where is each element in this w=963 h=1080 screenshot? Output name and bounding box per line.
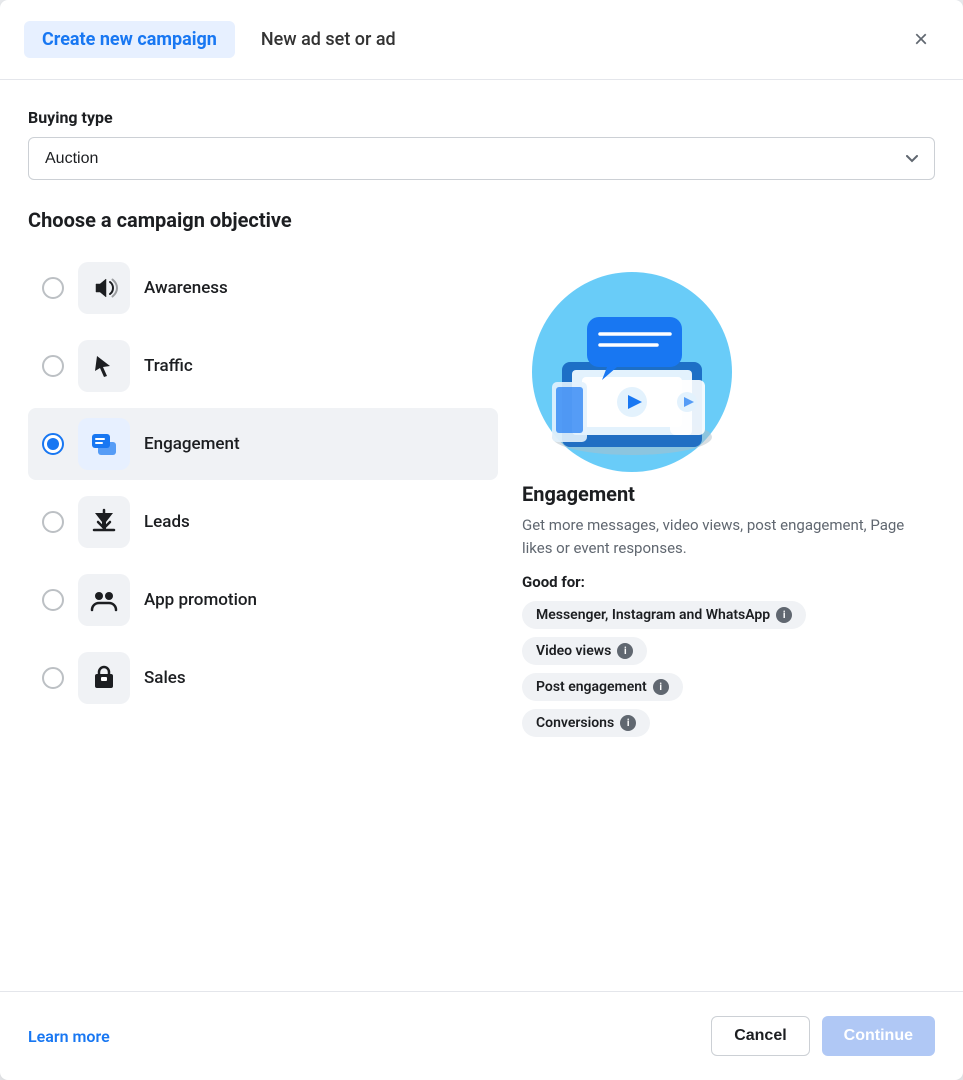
- close-button[interactable]: ×: [903, 22, 939, 58]
- awareness-icon-wrap: [78, 262, 130, 314]
- tag-conversions: Conversions i: [522, 709, 650, 737]
- tab-create-campaign[interactable]: Create new campaign: [24, 21, 235, 58]
- tag-conversions-info[interactable]: i: [620, 715, 636, 731]
- footer-buttons: Cancel Continue: [711, 1016, 935, 1056]
- campaign-dialog: Create new campaign New ad set or ad × B…: [0, 0, 963, 1080]
- tag-conversions-label: Conversions: [536, 715, 614, 731]
- objective-traffic[interactable]: Traffic: [28, 330, 498, 402]
- cancel-button[interactable]: Cancel: [711, 1016, 809, 1056]
- detail-panel: Engagement Get more messages, video view…: [522, 252, 935, 737]
- awareness-icon: [90, 274, 118, 302]
- sales-icon-wrap: [78, 652, 130, 704]
- buying-type-select[interactable]: Auction: [28, 137, 935, 180]
- engagement-icon-wrap: [78, 418, 130, 470]
- app-promotion-label: App promotion: [144, 590, 257, 610]
- dialog-header: Create new campaign New ad set or ad ×: [0, 0, 963, 80]
- main-content: Awareness Traffic: [28, 252, 935, 737]
- app-promotion-icon: [89, 586, 119, 614]
- tag-messenger: Messenger, Instagram and WhatsApp i: [522, 601, 806, 629]
- objective-engagement[interactable]: Engagement: [28, 408, 498, 480]
- traffic-label: Traffic: [144, 356, 193, 376]
- objective-sales[interactable]: Sales: [28, 642, 498, 714]
- tag-post-engagement-label: Post engagement: [536, 679, 647, 695]
- leads-icon-wrap: [78, 496, 130, 548]
- buying-type-label: Buying type: [28, 108, 935, 127]
- leads-label: Leads: [144, 512, 190, 532]
- tag-video-views-label: Video views: [536, 643, 611, 659]
- traffic-icon-wrap: [78, 340, 130, 392]
- tag-post-engagement-info[interactable]: i: [653, 679, 669, 695]
- engagement-illustration: [522, 262, 742, 482]
- sales-icon: [90, 664, 118, 692]
- tag-messenger-label: Messenger, Instagram and WhatsApp: [536, 607, 770, 623]
- leads-icon: [91, 508, 117, 536]
- engagement-icon: [90, 430, 118, 458]
- engagement-label: Engagement: [144, 434, 240, 454]
- radio-awareness[interactable]: [42, 277, 64, 299]
- traffic-icon: [92, 352, 116, 380]
- detail-title: Engagement: [522, 482, 635, 506]
- learn-more-link[interactable]: Learn more: [28, 1027, 110, 1046]
- continue-button[interactable]: Continue: [822, 1016, 935, 1056]
- radio-app-promotion[interactable]: [42, 589, 64, 611]
- radio-sales[interactable]: [42, 667, 64, 689]
- dialog-footer: Learn more Cancel Continue: [0, 991, 963, 1080]
- tab-new-ad-set[interactable]: New ad set or ad: [243, 21, 414, 58]
- tag-post-engagement: Post engagement i: [522, 673, 683, 701]
- tag-messenger-info[interactable]: i: [776, 607, 792, 623]
- good-for-label: Good for:: [522, 573, 585, 591]
- tag-list: Messenger, Instagram and WhatsApp i Vide…: [522, 601, 806, 737]
- section-title: Choose a campaign objective: [28, 208, 935, 232]
- sales-label: Sales: [144, 668, 186, 688]
- objective-app-promotion[interactable]: App promotion: [28, 564, 498, 636]
- awareness-label: Awareness: [144, 278, 228, 298]
- objective-awareness[interactable]: Awareness: [28, 252, 498, 324]
- radio-engagement[interactable]: [42, 433, 64, 455]
- objective-list: Awareness Traffic: [28, 252, 498, 737]
- radio-leads[interactable]: [42, 511, 64, 533]
- tag-video-views: Video views i: [522, 637, 647, 665]
- dialog-body: Buying type Auction Choose a campaign ob…: [0, 80, 963, 959]
- app-promotion-icon-wrap: [78, 574, 130, 626]
- objective-leads[interactable]: Leads: [28, 486, 498, 558]
- radio-traffic[interactable]: [42, 355, 64, 377]
- detail-desc: Get more messages, video views, post eng…: [522, 514, 935, 559]
- tag-video-views-info[interactable]: i: [617, 643, 633, 659]
